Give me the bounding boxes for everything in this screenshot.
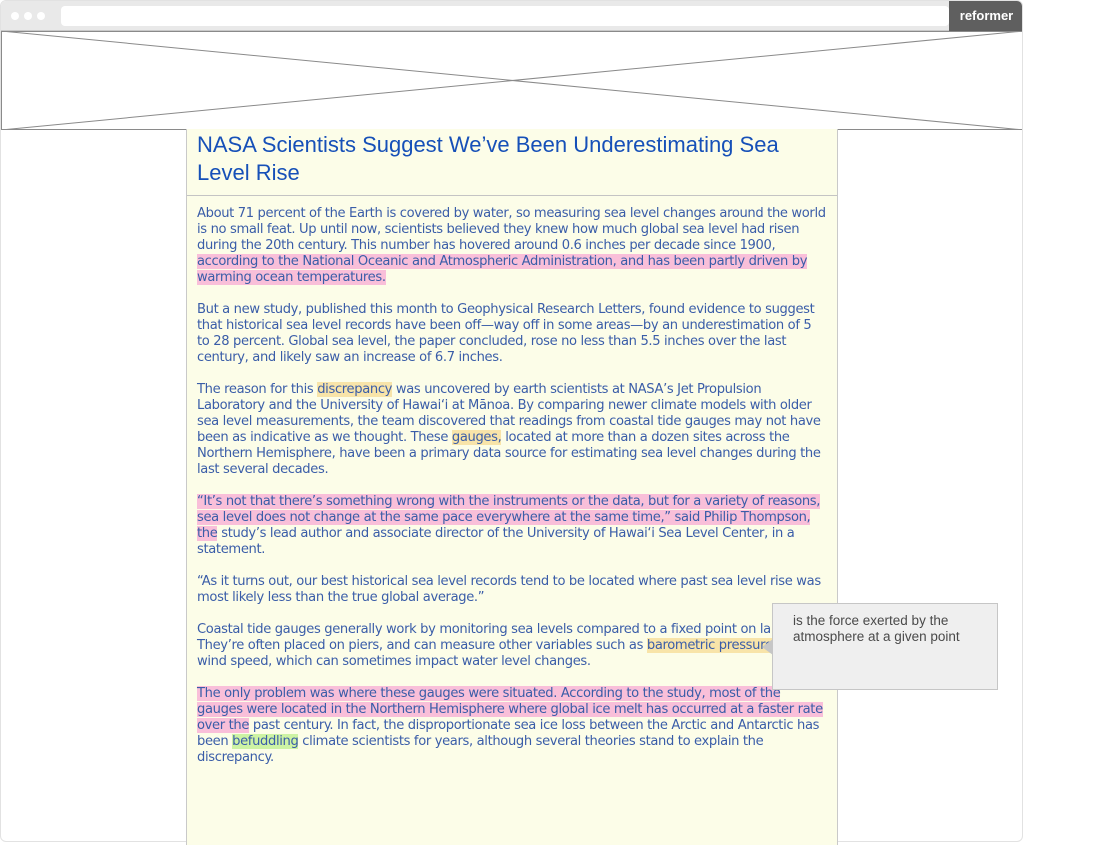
definition-tooltip: is the force exerted by the atmosphere a… — [772, 603, 998, 690]
paragraph-1: About 71 percent of the Earth is covered… — [197, 206, 827, 286]
close-dot-icon[interactable] — [11, 12, 19, 20]
paragraph-2: But a new study, published this month to… — [197, 302, 815, 365]
paragraph-4: “It’s not that there’s something wrong w… — [197, 494, 827, 558]
paragraph-text: The reason for this — [197, 382, 318, 397]
paragraph-text: About 71 percent of the Earth is covered… — [197, 206, 826, 253]
brand-logo: reformer — [949, 1, 1022, 31]
paragraph-6: Coastal tide gauges generally work by mo… — [197, 622, 827, 670]
vocab-highlight-discrepancy[interactable]: discrepancy — [317, 382, 392, 397]
paragraph-text: study’s lead author and associate direct… — [197, 526, 795, 557]
vocab-highlight-befuddling[interactable]: befuddling — [232, 734, 299, 749]
highlight-pink[interactable]: according to the National Oceanic and At… — [197, 254, 807, 285]
paragraph-3: The reason for this discrepancy was unco… — [197, 382, 827, 478]
maximize-dot-icon[interactable] — [37, 12, 45, 20]
image-placeholder-icon — [1, 31, 1022, 130]
paragraph-5: “As it turns out, our best historical se… — [197, 574, 821, 605]
article-panel: NASA Scientists Suggest We’ve Been Under… — [186, 129, 838, 845]
window-controls — [11, 12, 45, 20]
minimize-dot-icon[interactable] — [24, 12, 32, 20]
browser-titlebar: reformer — [1, 1, 1022, 31]
image-placeholder — [1, 31, 1022, 130]
vocab-highlight-gauges[interactable]: gauges, — [451, 430, 502, 445]
article-body: About 71 percent of the Earth is covered… — [187, 196, 837, 766]
vocab-highlight-barometric-pressure[interactable]: barometric pressure — [646, 638, 773, 653]
paragraph-7: The only problem was where these gauges … — [197, 686, 827, 766]
address-bar[interactable] — [61, 6, 949, 26]
article-title: NASA Scientists Suggest We’ve Been Under… — [187, 129, 837, 196]
